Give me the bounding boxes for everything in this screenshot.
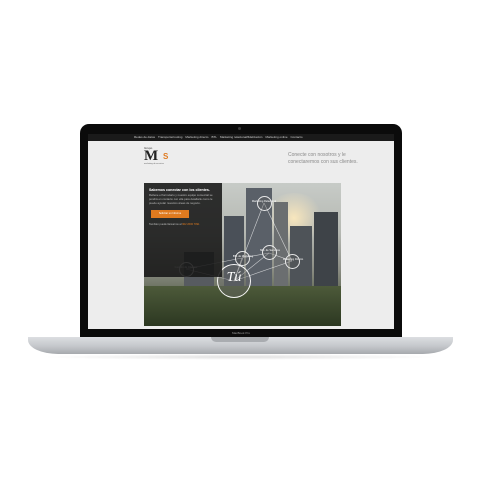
site-logo[interactable]: Grupo M S marketing de servicios bbox=[144, 146, 174, 168]
laptop-base bbox=[28, 337, 453, 354]
laptop-shadow bbox=[40, 354, 440, 360]
panel-phone: También puede llamarnos al 902 2600 7091 bbox=[149, 223, 217, 226]
hero-banner: Marketing Relacional BTL de Marketing Mk… bbox=[144, 183, 341, 326]
model-label: MacBook Pro bbox=[231, 331, 250, 335]
node-circle[interactable] bbox=[257, 196, 272, 211]
logo-accent: S bbox=[163, 152, 169, 161]
site-nav: Redes de datos Transporte/routing Market… bbox=[88, 134, 394, 141]
nav-item-contacto[interactable]: Contacto bbox=[291, 134, 303, 141]
nav-item-marketing-directo[interactable]: Marketing directo bbox=[185, 134, 208, 141]
phone-number[interactable]: 902 2600 7091 bbox=[182, 223, 199, 226]
node-label: Mkt. de Servicios bbox=[260, 249, 280, 252]
nav-item-transporte[interactable]: Transporte/routing bbox=[158, 134, 182, 141]
node-circle[interactable] bbox=[285, 254, 300, 269]
node-label: Marketing Relacional bbox=[251, 200, 277, 203]
laptop-lid: Redes de datos Transporte/routing Market… bbox=[80, 124, 402, 338]
lid-notch bbox=[211, 337, 269, 342]
site-tagline: Conecte con nosotros y le conectaremos c… bbox=[288, 152, 358, 165]
nav-item-btl[interactable]: BTL bbox=[211, 134, 217, 141]
phone-prefix: También puede llamarnos al bbox=[149, 223, 182, 227]
center-label: Tú bbox=[226, 270, 242, 285]
contact-panel: Sabemos conectar con los clientes. Relle… bbox=[144, 183, 222, 277]
request-report-button[interactable]: Solicitar un Informe bbox=[151, 210, 189, 219]
node-label: BTL de Marketing bbox=[232, 255, 254, 258]
laptop-mockup: Redes de datos Transporte/routing Market… bbox=[0, 0, 480, 480]
panel-body: Rellene el formulario y nuestro equipo c… bbox=[149, 193, 213, 205]
nav-item-redes[interactable]: Redes de datos bbox=[134, 134, 155, 141]
nav-item-relacional[interactable]: Marketing relacional/fidelización bbox=[220, 134, 263, 141]
camera-icon bbox=[238, 127, 241, 130]
logo-subtitle: marketing de servicios bbox=[144, 163, 164, 165]
node-circle[interactable] bbox=[262, 245, 277, 260]
nav-item-online[interactable]: Marketing online bbox=[265, 134, 287, 141]
laptop-screen: Redes de datos Transporte/routing Market… bbox=[88, 134, 394, 329]
node-label: Marketing Directo bbox=[282, 258, 304, 261]
logo-letter: M bbox=[144, 148, 159, 164]
